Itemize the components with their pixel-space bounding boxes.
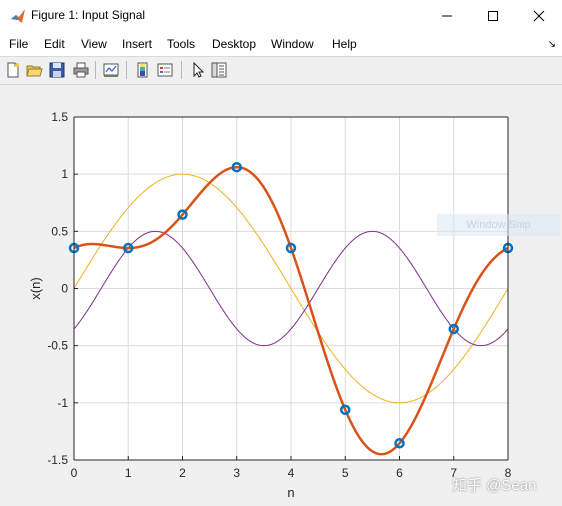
menu-window[interactable]: Window [271,37,314,51]
minimize-icon [442,15,452,17]
print-icon[interactable] [72,61,90,79]
menu-help[interactable]: Help [332,37,357,51]
menu-edit[interactable]: Edit [44,37,65,51]
menu-dock-arrow[interactable]: ↘ [548,39,556,50]
x-tick-label: 4 [288,466,295,480]
edit-plot-icon[interactable] [188,61,206,79]
y-tick-label: 0.5 [51,224,68,238]
x-tick-label: 2 [179,466,186,480]
new-figure-icon[interactable] [4,61,22,79]
x-tick-label: 3 [233,466,240,480]
matlab-icon [11,9,25,23]
menu-tools[interactable]: Tools [167,37,195,51]
y-tick-label: 1.5 [51,110,68,124]
y-tick-label: 1 [61,167,68,181]
close-button[interactable] [516,0,562,32]
menu-view[interactable]: View [81,37,107,51]
insert-legend-icon[interactable] [156,61,174,79]
x-tick-label: 0 [71,466,78,480]
figure-canvas: 0 1 2 3 4 5 6 7 8 -1.5 -1 -0.5 0 0.5 1 1.5 n x(n) [0,85,562,506]
x-axis-label: n [287,485,294,500]
insert-colorbar-icon[interactable] [134,61,152,79]
property-inspector-icon[interactable] [210,61,228,79]
maximize-icon [488,11,498,21]
x-tick-label: 5 [342,466,349,480]
toolbar-separator [181,61,182,79]
toolbar-separator [95,61,96,79]
menu-file[interactable]: File [9,37,28,51]
y-tick-label: -1.5 [47,453,68,467]
link-plot-icon[interactable] [102,61,120,79]
maximize-button[interactable] [470,0,516,32]
y-tick-label: 0 [61,282,68,296]
watermark: 知乎 @Sean [452,477,537,494]
menu-desktop[interactable]: Desktop [212,37,256,51]
menu-insert[interactable]: Insert [122,37,152,51]
save-icon[interactable] [48,61,66,79]
y-tick-label: -1 [57,396,68,410]
toolbar-separator [126,61,127,79]
window-title: Figure 1: Input Signal [31,8,146,22]
x-tick-label: 6 [396,466,403,480]
y-axis-label: x(n) [28,277,43,299]
chart[interactable]: 0 1 2 3 4 5 6 7 8-1.5-1-0.500.511.5nx(n) [0,85,562,506]
x-tick-label: 1 [125,466,132,480]
minimize-button[interactable] [424,0,470,32]
window-snip-overlay: Window Snip [437,214,560,236]
close-icon [533,10,545,22]
open-file-icon[interactable] [25,61,43,79]
menu-bar: File Edit View Insert Tools Desktop Wind… [0,32,562,56]
y-tick-label: -0.5 [47,339,68,353]
toolbar [0,56,562,85]
title-bar: Figure 1: Input Signal [0,0,562,32]
